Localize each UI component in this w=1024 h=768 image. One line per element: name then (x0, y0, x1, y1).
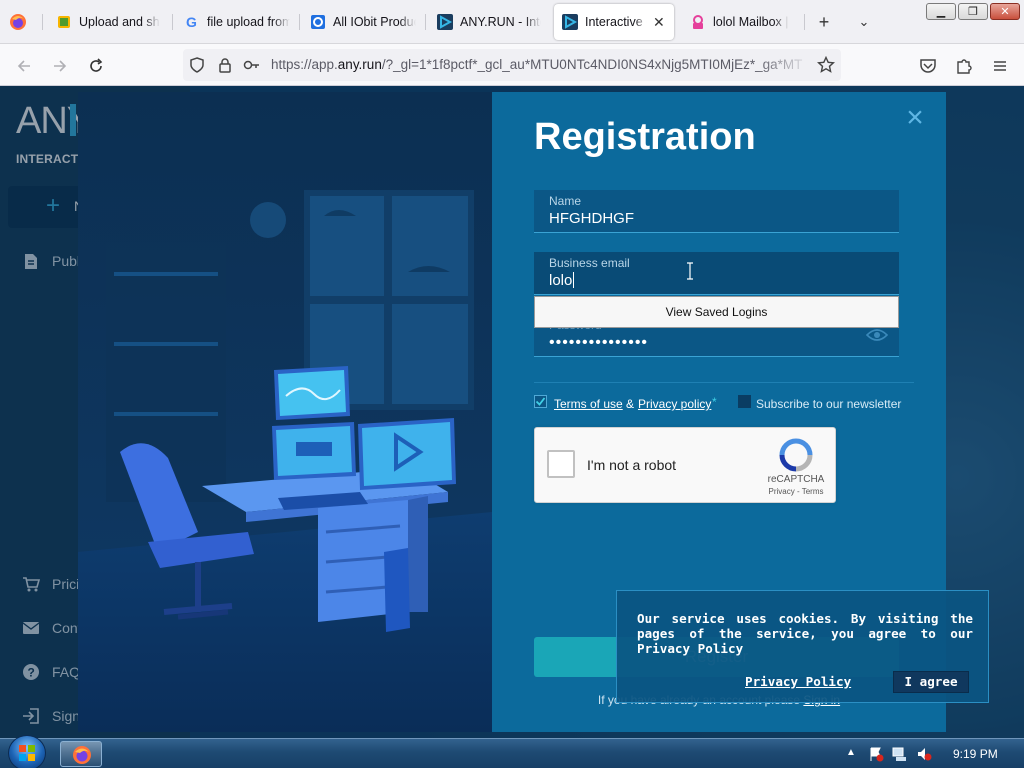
required-asterisk: * (712, 395, 717, 409)
show-password-eye-icon[interactable] (866, 328, 888, 342)
recaptcha-widget: I'm not a robot reCAPTCHA Privacy - Term… (534, 427, 836, 503)
cookie-text: Our service uses cookies. By visiting th… (637, 611, 973, 656)
tab-upload[interactable]: Upload and share (48, 4, 168, 40)
pocket-icon[interactable] (915, 53, 941, 79)
minimize-window-button[interactable]: ▁ (926, 3, 956, 20)
text-cursor-icon (687, 262, 693, 280)
iobit-icon (310, 14, 326, 30)
bookmark-star-icon[interactable] (816, 55, 836, 79)
windows-taskbar: ▲ 9:19 PM (0, 735, 1024, 768)
tab-title: lolol Mailbox | (713, 15, 789, 29)
new-tab-button[interactable]: + (812, 10, 836, 34)
tab-iobit[interactable]: All IObit Produc (302, 4, 424, 40)
hamburger-menu-icon[interactable] (987, 53, 1013, 79)
registration-title: Registration (534, 116, 756, 158)
consent-row: Terms of use & Privacy policy * Subscrib… (534, 382, 914, 411)
forward-button[interactable] (47, 53, 73, 79)
svg-text:G: G (186, 14, 197, 30)
taskbar-clock[interactable]: 9:19 PM (953, 747, 998, 761)
url-bar[interactable]: https://app.any.run/?_gl=1*1f8pctf*_gcl_… (183, 49, 841, 81)
business-email-field[interactable]: Business email lolo (534, 252, 899, 295)
tab-title: ANY.RUN - Inte (460, 15, 541, 29)
newsletter-checkbox[interactable] (738, 395, 751, 408)
recaptcha-checkbox[interactable] (547, 450, 575, 478)
network-icon[interactable] (892, 746, 908, 762)
name-label: Name (549, 194, 582, 208)
tracking-shield-icon[interactable] (189, 57, 205, 78)
name-field[interactable]: Name HFGHDHGF (534, 190, 899, 233)
cookie-agree-button[interactable]: I agree (893, 671, 969, 693)
back-button[interactable] (11, 53, 37, 79)
terms-ampersand: & (626, 397, 635, 411)
privacy-policy-link[interactable]: Privacy policy (638, 397, 711, 411)
recaptcha-label: I'm not a robot (587, 457, 677, 473)
extensions-icon[interactable] (951, 53, 977, 79)
start-button[interactable] (8, 735, 46, 768)
show-hidden-icons-icon[interactable]: ▲ (846, 747, 856, 758)
navigation-bar: https://app.any.run/?_gl=1*1f8pctf*_gcl_… (0, 44, 1024, 86)
view-saved-logins-popup[interactable]: View Saved Logins (534, 296, 899, 328)
close-window-button[interactable]: ✕ (990, 3, 1020, 20)
cookie-banner: Our service uses cookies. By visiting th… (616, 590, 989, 703)
tab-google[interactable]: G file upload from (176, 4, 298, 40)
anyrun-icon (562, 14, 578, 30)
list-tabs-chevron-icon[interactable]: ⌄ (852, 10, 876, 34)
lock-icon[interactable] (217, 57, 233, 78)
url-text[interactable]: https://app.any.run/?_gl=1*1f8pctf*_gcl_… (271, 57, 811, 72)
tab-title: file upload from (207, 15, 290, 29)
tab-mailbox[interactable]: lolol Mailbox | (682, 4, 802, 40)
mailbox-icon (690, 14, 706, 30)
terms-checkbox[interactable] (534, 395, 547, 408)
cookie-privacy-policy-link[interactable]: Privacy Policy (745, 674, 851, 689)
tab-interactive-active[interactable]: Interactive O ✕ (554, 4, 674, 40)
recaptcha-brand: reCAPTCHA (767, 474, 825, 485)
generic-page-icon (56, 14, 72, 30)
google-icon: G (184, 14, 200, 30)
name-value: HFGHDHGF (549, 210, 634, 227)
workspace-illustration (78, 92, 492, 732)
newsletter-label: Subscribe to our newsletter (756, 397, 902, 411)
action-center-flag-icon[interactable] (868, 746, 884, 762)
business-email-label: Business email (549, 256, 630, 270)
recaptcha-logo-icon (779, 438, 813, 472)
business-email-value: lolo (549, 272, 575, 289)
reload-button[interactable] (83, 53, 109, 79)
tab-strip: Upload and share G file upload from All … (0, 0, 1024, 44)
password-value: ••••••••••••••• (549, 334, 649, 351)
tab-title: Upload and share (79, 15, 160, 29)
firefox-icon (73, 746, 91, 764)
close-modal-button[interactable]: × (902, 103, 928, 133)
firefox-menu-icon[interactable] (6, 10, 30, 34)
tab-title: Interactive O (585, 15, 647, 29)
taskbar-firefox-button[interactable] (60, 741, 102, 767)
volume-muted-icon[interactable] (916, 746, 932, 762)
restore-window-button[interactable]: ❐ (958, 3, 988, 20)
permissions-key-icon[interactable] (243, 57, 261, 78)
tab-title: All IObit Produc (333, 15, 416, 29)
anyrun-icon (437, 14, 453, 30)
close-tab-icon[interactable]: ✕ (653, 14, 665, 31)
tab-anyrun[interactable]: ANY.RUN - Inte (429, 4, 549, 40)
recaptcha-privacy-terms[interactable]: Privacy - Terms (761, 487, 831, 496)
terms-of-use-link[interactable]: Terms of use (554, 397, 623, 411)
